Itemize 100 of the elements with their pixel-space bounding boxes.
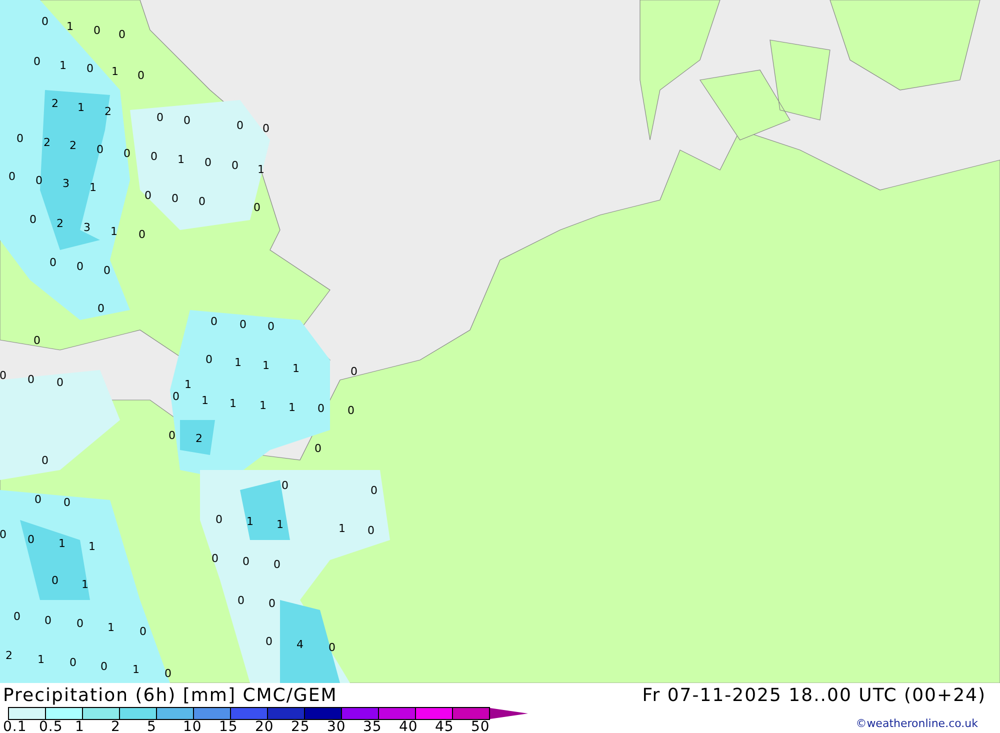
precipitation-value: 1 <box>66 21 74 33</box>
precipitation-value: 0 <box>204 157 212 169</box>
precipitation-value: 1 <box>58 538 66 550</box>
precipitation-value: 0 <box>274 559 280 571</box>
precipitation-value: 0 <box>368 525 374 537</box>
precipitation-value: 1 <box>132 664 140 676</box>
precipitation-value: 0 <box>328 642 336 654</box>
map-title: Precipitation (6h) [mm] CMC/GEM <box>3 685 338 707</box>
precipitation-value: 2 <box>52 98 58 110</box>
precipitation-value: 0 <box>318 403 324 415</box>
precipitation-value: 0 <box>266 636 272 648</box>
legend-tick-label: 30 <box>327 720 347 733</box>
precipitation-value: 0 <box>138 70 144 82</box>
precipitation-value: 0 <box>254 202 260 214</box>
precipitation-value: 3 <box>84 222 90 234</box>
precipitation-value: 4 <box>296 639 304 651</box>
precipitation-value: 0 <box>236 120 244 132</box>
legend-tick-label: 10 <box>183 720 203 733</box>
precipitation-value: 0 <box>28 374 34 386</box>
precipitation-value: 0 <box>14 611 20 623</box>
precipitation-value: 0 <box>124 148 130 160</box>
precipitation-value: 1 <box>234 357 242 369</box>
precipitation-value: 0 <box>30 214 36 226</box>
precipitation-value: 0 <box>86 63 94 75</box>
precipitation-value: 2 <box>70 140 76 152</box>
legend-tick-label: 0.1 <box>3 720 28 733</box>
precipitation-value: 0 <box>172 391 180 403</box>
precipitation-value: 2 <box>196 433 202 445</box>
legend-tick-label: 2 <box>111 720 122 733</box>
precipitation-value: 0 <box>8 171 16 183</box>
precipitation-value: 0 <box>184 115 190 127</box>
precipitation-value: 1 <box>38 654 44 666</box>
precipitation-value: 0 <box>314 443 322 455</box>
legend-tick-label: 20 <box>255 720 275 733</box>
precipitation-value: 0 <box>232 160 238 172</box>
precipitation-value: 1 <box>78 102 84 114</box>
precipitation-value: 1 <box>262 360 270 372</box>
precipitation-value: 0 <box>164 668 172 680</box>
precipitation-value: 1 <box>246 516 254 528</box>
legend-tick-label: 25 <box>291 720 311 733</box>
precipitation-value: 0 <box>210 316 218 328</box>
precipitation-value: 0 <box>76 618 84 630</box>
precipitation-value: 1 <box>112 66 118 78</box>
precipitation-value: 0 <box>16 133 24 145</box>
precipitation-value: 0 <box>168 430 176 442</box>
precipitation-value: 1 <box>292 363 300 375</box>
precipitation-value: 1 <box>184 379 192 391</box>
precipitation-value: 3 <box>62 178 70 190</box>
precipitation-value: 0 <box>282 480 288 492</box>
precipitation-value: 0 <box>156 112 164 124</box>
precipitation-value: 1 <box>108 622 114 634</box>
precipitation-value: 0 <box>350 366 358 378</box>
precipitation-value: 0 <box>104 265 110 277</box>
credit-text: ©weatheronline.co.uk <box>856 717 978 730</box>
precipitation-value: 0 <box>56 377 64 389</box>
legend-tick-label: 40 <box>399 720 419 733</box>
precipitation-value: 1 <box>288 402 296 414</box>
precipitation-value: 0 <box>96 144 104 156</box>
precipitation-value: 1 <box>276 519 284 531</box>
precipitation-value: 1 <box>338 523 346 535</box>
precipitation-value: 0 <box>240 319 246 331</box>
precipitation-value: 1 <box>90 182 96 194</box>
precipitation-value: 0 <box>242 556 250 568</box>
precipitation-value: 0 <box>262 123 270 135</box>
precipitation-value: 0 <box>42 455 48 467</box>
precipitation-value: 0 <box>198 196 206 208</box>
precipitation-value: 0 <box>98 303 104 315</box>
legend-tick-label: 0.5 <box>39 720 64 733</box>
precipitation-value: 0 <box>70 657 76 669</box>
precipitation-value: 0 <box>268 321 274 333</box>
precipitation-value: 0 <box>212 553 218 565</box>
precipitation-value: 0 <box>64 497 70 509</box>
legend-tick-label: 35 <box>363 720 383 733</box>
precipitation-value: 1 <box>202 395 208 407</box>
precipitation-value: 0 <box>172 193 178 205</box>
precipitation-value: 0 <box>42 16 48 28</box>
legend-tick-label: 15 <box>219 720 239 733</box>
precipitation-value: 1 <box>110 226 118 238</box>
precipitation-value: 0 <box>138 229 146 241</box>
precipitation-value: 0 <box>268 598 276 610</box>
precipitation-value: 1 <box>82 579 88 591</box>
precipitation-value: 0 <box>36 175 42 187</box>
precipitation-value: 0 <box>34 335 40 347</box>
precipitation-value: 1 <box>88 541 96 553</box>
precipitation-value: 0 <box>216 514 222 526</box>
valid-time: Fr 07-11-2025 18..00 UTC (00+24) <box>642 685 986 707</box>
precipitation-value: 1 <box>260 400 266 412</box>
legend-tick-label: 1 <box>75 720 86 733</box>
precipitation-value: 0 <box>28 534 34 546</box>
legend-tick-label: 45 <box>435 720 455 733</box>
precipitation-value: 0 <box>34 494 42 506</box>
precipitation-value: 0 <box>0 370 6 382</box>
precipitation-value: 0 <box>144 190 152 202</box>
legend-tick-label: 5 <box>147 720 158 733</box>
precipitation-value: 0 <box>150 151 158 163</box>
precipitation-value: 2 <box>56 218 64 230</box>
precipitation-value: 1 <box>178 154 184 166</box>
precipitation-value: 1 <box>230 398 236 410</box>
precipitation-value: 0 <box>100 661 108 673</box>
precipitation-value: 0 <box>206 354 212 366</box>
